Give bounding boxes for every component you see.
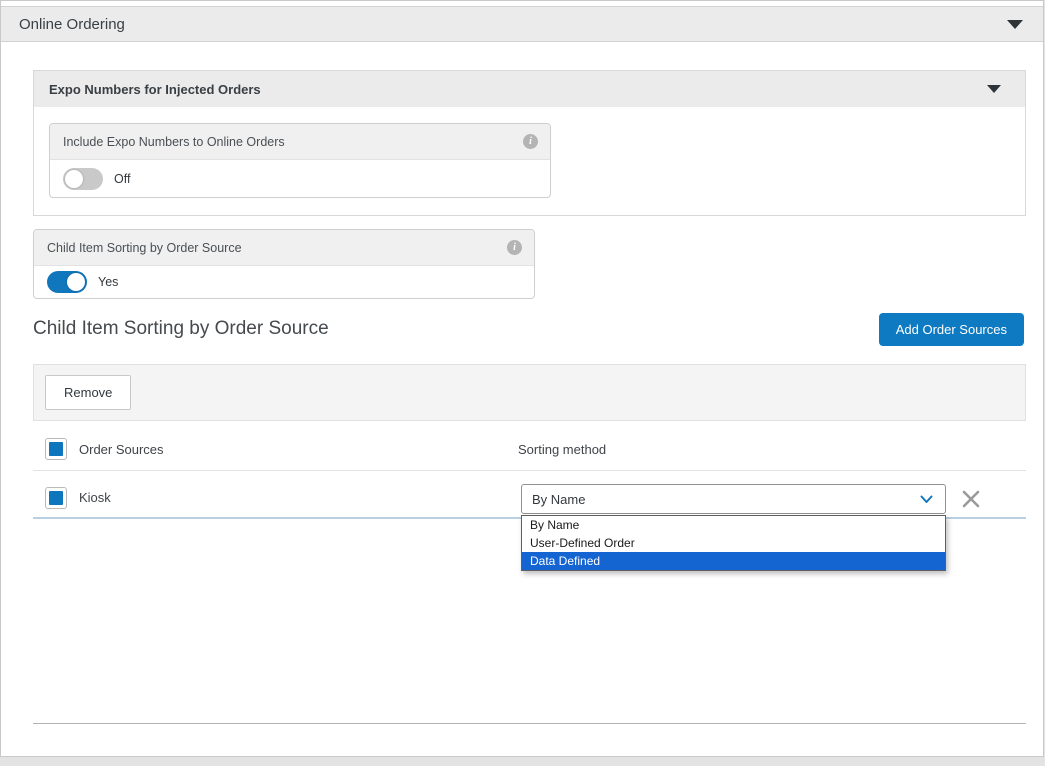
- row-checkbox[interactable]: [45, 487, 67, 509]
- child-item-sorting-card-body: Yes: [34, 266, 534, 298]
- selected-value: By Name: [532, 492, 585, 507]
- sorting-method-dropdown: By Name User-Defined Order Data Defined: [521, 515, 946, 571]
- dropdown-option-by-name[interactable]: By Name: [522, 516, 945, 534]
- bottom-divider: [33, 723, 1026, 724]
- include-expo-numbers-toggle[interactable]: [63, 168, 103, 190]
- chevron-down-icon: [920, 495, 933, 504]
- expo-numbers-title: Expo Numbers for Injected Orders: [49, 82, 261, 97]
- sorting-method-select[interactable]: By Name: [521, 484, 946, 514]
- online-ordering-section-header[interactable]: Online Ordering: [1, 6, 1043, 42]
- child-item-sorting-card-header: Child Item Sorting by Order Source i: [34, 230, 534, 266]
- expo-numbers-panel-header[interactable]: Expo Numbers for Injected Orders: [34, 71, 1025, 107]
- include-expo-numbers-card: Include Expo Numbers to Online Orders i …: [49, 123, 551, 198]
- toggle-knob: [67, 273, 85, 291]
- online-ordering-page: Online Ordering Expo Numbers for Injecte…: [0, 0, 1044, 757]
- order-sources-table-header: Order Sources Sorting method: [33, 426, 1026, 471]
- select-all-checkbox[interactable]: [45, 438, 67, 460]
- remove-button[interactable]: Remove: [45, 375, 131, 410]
- chevron-down-icon[interactable]: [987, 85, 1001, 93]
- order-sources-toolbar: Remove: [33, 364, 1026, 421]
- dropdown-option-data-defined[interactable]: Data Defined: [522, 552, 945, 570]
- toggle-state-label: Off: [114, 172, 130, 186]
- column-header-sorting-method: Sorting method: [518, 442, 606, 457]
- remove-row-x-icon[interactable]: [961, 489, 981, 509]
- toggle-state-label: Yes: [98, 275, 118, 289]
- child-item-sorting-label: Child Item Sorting by Order Source: [47, 241, 242, 255]
- include-expo-numbers-label: Include Expo Numbers to Online Orders: [63, 135, 285, 149]
- column-header-order-sources: Order Sources: [79, 442, 164, 457]
- child-item-sorting-heading: Child Item Sorting by Order Source: [33, 318, 329, 340]
- child-item-sorting-card: Child Item Sorting by Order Source i Yes: [33, 229, 535, 299]
- checkbox-checkmark: [49, 491, 63, 505]
- dropdown-option-user-defined-order[interactable]: User-Defined Order: [522, 534, 945, 552]
- expo-numbers-panel: Expo Numbers for Injected Orders Include…: [33, 70, 1026, 216]
- page-title: Online Ordering: [19, 16, 125, 33]
- add-order-sources-button[interactable]: Add Order Sources: [879, 313, 1024, 346]
- info-icon[interactable]: i: [507, 240, 522, 255]
- include-expo-numbers-card-body: Off: [50, 160, 550, 197]
- checkbox-checkmark: [49, 442, 63, 456]
- include-expo-numbers-card-header: Include Expo Numbers to Online Orders i: [50, 124, 550, 160]
- chevron-down-icon[interactable]: [1007, 20, 1023, 29]
- info-icon[interactable]: i: [523, 134, 538, 149]
- table-row-kiosk: Kiosk By Name: [33, 471, 1026, 519]
- toggle-knob: [65, 170, 83, 188]
- child-item-sorting-toggle[interactable]: [47, 271, 87, 293]
- order-source-name: Kiosk: [79, 490, 111, 505]
